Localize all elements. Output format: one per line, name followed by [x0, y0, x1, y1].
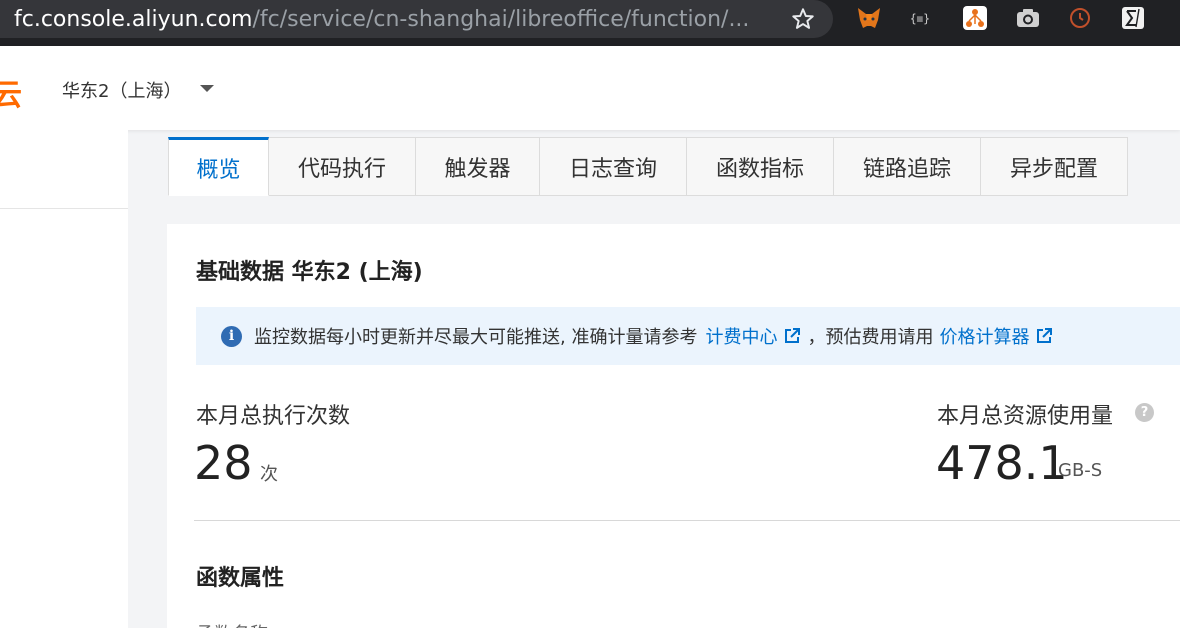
metamask-fox-icon[interactable] [856, 5, 882, 31]
tab-triggers[interactable]: 触发器 [416, 137, 540, 196]
json-viewer-icon[interactable]: {≡} [908, 5, 934, 31]
function-name-label: 函数名称 [196, 620, 268, 628]
executions-value: 28 [194, 436, 253, 490]
resource-usage-unit: GB-S [1058, 460, 1103, 481]
tab-async-config[interactable]: 异步配置 [981, 137, 1128, 196]
info-banner: i 监控数据每小时更新并尽最大可能推送, 准确计量请参考 计费中心 ，预估费用请… [196, 307, 1180, 365]
camera-icon[interactable] [1015, 5, 1041, 31]
help-question-icon[interactable]: ? [1135, 403, 1154, 422]
browser-toolbar: fc.console.aliyun.com/fc/service/cn-shan… [0, 0, 1180, 46]
aliyun-logo[interactable]: 云 [0, 70, 22, 114]
function-properties-title: 函数属性 [196, 566, 285, 591]
panel-title: 基础数据 华东2 (上海) [196, 260, 423, 285]
clock-icon[interactable] [1067, 5, 1093, 31]
url-host: fc.console.aliyun.com [14, 6, 253, 32]
address-bar[interactable]: fc.console.aliyun.com/fc/service/cn-shan… [0, 0, 833, 38]
tab-function-metrics[interactable]: 函数指标 [687, 137, 834, 196]
external-link-icon[interactable] [1035, 327, 1053, 345]
function-tabs: 概览 代码执行 触发器 日志查询 函数指标 链路追踪 异步配置 [168, 137, 1128, 196]
banner-text: 监控数据每小时更新并尽最大可能推送, 准确计量请参考 [254, 327, 698, 348]
svg-text:{≡}: {≡} [910, 13, 930, 26]
tab-tracing[interactable]: 链路追踪 [834, 137, 981, 196]
billing-center-link[interactable]: 计费中心 [705, 323, 777, 349]
region-selector-label[interactable]: 华东2（上海） [62, 77, 181, 103]
bookmark-star-icon[interactable] [790, 6, 816, 32]
url-path: /fc/service/cn-shanghai/libreoffice/func… [252, 6, 750, 32]
left-sidebar [0, 130, 128, 628]
tab-overview[interactable]: 概览 [168, 137, 269, 196]
info-icon: i [221, 325, 242, 347]
chevron-down-icon[interactable] [200, 85, 214, 92]
banner-separator: ，预估费用请用 [807, 327, 934, 348]
section-divider [194, 520, 1180, 521]
console-header: 云 华东2（上海） [0, 46, 1180, 130]
overview-panel: 基础数据 华东2 (上海) i 监控数据每小时更新并尽最大可能推送, 准确计量请… [167, 224, 1180, 628]
tab-log-query[interactable]: 日志查询 [540, 137, 687, 196]
resource-usage-value: 478.1 [936, 436, 1068, 490]
network-tree-icon[interactable] [962, 5, 988, 31]
resource-usage-label: 本月总资源使用量 [937, 404, 1114, 429]
sidebar-divider [0, 208, 128, 209]
price-calculator-link[interactable]: 价格计算器 [939, 323, 1029, 349]
executions-label: 本月总执行次数 [196, 404, 351, 429]
executions-unit: 次 [260, 464, 278, 485]
sigma-extension-icon[interactable] [1120, 5, 1146, 31]
external-link-icon[interactable] [783, 327, 801, 345]
tab-code-execution[interactable]: 代码执行 [269, 137, 416, 196]
